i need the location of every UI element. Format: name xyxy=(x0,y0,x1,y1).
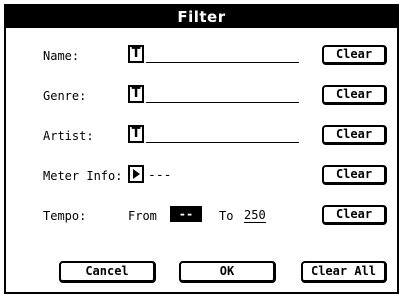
genre-clear-button[interactable]: Clear xyxy=(322,85,387,105)
genre-field[interactable] xyxy=(146,102,299,103)
play-arrow-icon[interactable] xyxy=(128,165,144,183)
meter-info-clear-button[interactable]: Clear xyxy=(322,165,387,185)
filter-dialog: Filter Name: T Clear Genre: T Clear Arti… xyxy=(4,4,399,294)
genre-row: Genre: T Clear xyxy=(6,85,397,109)
clear-all-button[interactable]: Clear All xyxy=(301,261,387,283)
artist-row: Artist: T Clear xyxy=(6,125,397,149)
tempo-clear-button[interactable]: Clear xyxy=(322,205,387,225)
tempo-from-field[interactable]: -- xyxy=(170,206,202,222)
genre-label: Genre: xyxy=(43,89,87,103)
tempo-from-label: From xyxy=(128,209,157,223)
artist-label: Artist: xyxy=(43,129,94,143)
tempo-to-field[interactable]: 250 xyxy=(244,208,266,223)
cancel-button[interactable]: Cancel xyxy=(59,261,156,283)
ok-button[interactable]: OK xyxy=(179,261,276,283)
artist-clear-button[interactable]: Clear xyxy=(322,125,387,145)
meter-info-row: Meter Info: --- Clear xyxy=(6,165,397,189)
name-text-edit-icon[interactable]: T xyxy=(128,45,144,63)
tempo-label: Tempo: xyxy=(43,209,87,223)
name-field[interactable] xyxy=(146,62,299,63)
name-clear-button[interactable]: Clear xyxy=(322,45,387,65)
name-label: Name: xyxy=(43,49,80,63)
tempo-to-label: To xyxy=(219,209,234,223)
name-row: Name: T Clear xyxy=(6,45,397,69)
artist-text-edit-icon[interactable]: T xyxy=(128,125,144,143)
meter-info-label: Meter Info: xyxy=(43,169,123,183)
artist-field[interactable] xyxy=(146,142,299,143)
meter-info-value: --- xyxy=(148,168,172,183)
tempo-row: Tempo: From -- To 250 Clear xyxy=(6,205,397,229)
dialog-title: Filter xyxy=(6,6,397,28)
genre-text-edit-icon[interactable]: T xyxy=(128,85,144,103)
